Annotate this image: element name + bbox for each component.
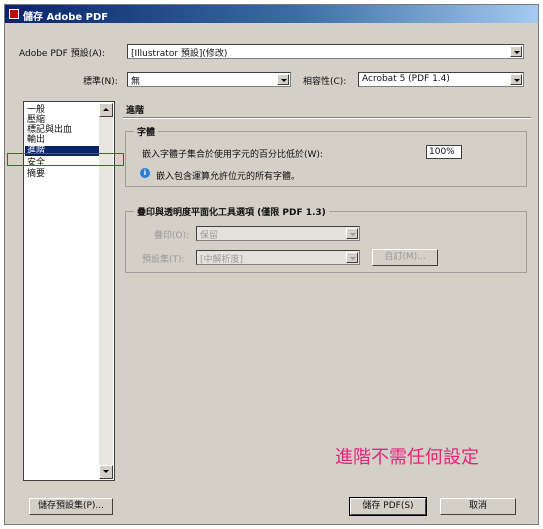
flatten-group-title: 疊印與透明度平面化工具選項 (僅限 PDF 1.3) [134, 205, 329, 218]
panel-divider [123, 117, 531, 119]
compat-label: 相容性(C): [303, 77, 347, 87]
info-icon: i [140, 168, 150, 178]
compat-value: Acrobat 5 (PDF 1.4) [362, 74, 450, 84]
compat-dropdown[interactable]: Acrobat 5 (PDF 1.4) [358, 72, 524, 87]
overprint-label: 疊印(O): [154, 231, 190, 241]
preset-dropdown[interactable]: [Illustrator 預設](修改) [127, 44, 524, 59]
chevron-down-icon[interactable] [510, 46, 522, 57]
subset-label: 嵌入字體子集合於使用字元的百分比低於(W): [142, 150, 323, 160]
app-icon [9, 9, 19, 19]
standard-label: 標準(N): [83, 77, 118, 87]
standard-dropdown[interactable]: 無 [127, 72, 291, 87]
standard-value: 無 [131, 77, 141, 87]
subset-percent-input[interactable]: 100% [426, 145, 462, 159]
flatten-preset-label: 預設集(T): [142, 255, 185, 265]
scroll-up-icon[interactable] [99, 103, 113, 117]
window-title: 儲存 Adobe PDF [23, 12, 109, 23]
fonts-group-title: 字體 [134, 125, 159, 138]
save-preset-button[interactable]: 儲存預設集(P)... [29, 498, 113, 515]
flatten-preset-dropdown[interactable]: [中解析度] [196, 250, 360, 265]
preset-value: [Illustrator 預設](修改) [131, 49, 228, 59]
preset-label: Adobe PDF 預設(A): [19, 49, 105, 59]
title-bar: 儲存 Adobe PDF [5, 5, 538, 23]
chevron-down-icon[interactable] [346, 228, 358, 239]
font-info-text: 嵌入包含運算允許位元的所有字體。 [156, 172, 301, 182]
scroll-down-icon[interactable] [99, 465, 113, 479]
sidebar-item-output[interactable]: 輸出 [27, 135, 45, 145]
chevron-down-icon[interactable] [277, 74, 289, 85]
advanced-panel: 進階 字體 嵌入字體子集合於使用字元的百分比低於(W): 100% i 嵌入包含… [123, 101, 531, 481]
annotation-text: 進階不需任何設定 [335, 447, 479, 468]
flatten-group: 疊印與透明度平面化工具選項 (僅限 PDF 1.3) 疊印(O): 保留 預設集… [125, 205, 527, 273]
flatten-preset-value: [中解析度] [200, 255, 244, 265]
cancel-button[interactable]: 取消 [440, 498, 516, 515]
sidebar-item-marks-bleeds[interactable]: 標記與出血 [27, 125, 72, 135]
highlight-box [7, 153, 124, 166]
chevron-down-icon[interactable] [510, 74, 522, 85]
overprint-dropdown[interactable]: 保留 [196, 226, 360, 241]
overprint-value: 保留 [200, 231, 219, 241]
panel-title: 進階 [126, 106, 145, 116]
sidebar-item-compression[interactable]: 壓縮 [27, 115, 45, 125]
custom-button[interactable]: 自訂(M)... [372, 249, 438, 266]
chevron-down-icon[interactable] [346, 252, 358, 263]
sidebar-item-general[interactable]: 一般 [27, 105, 45, 115]
save-adobe-pdf-dialog: 儲存 Adobe PDF Adobe PDF 預設(A): [Illustrat… [4, 4, 539, 525]
save-pdf-button[interactable]: 儲存 PDF(S) [349, 497, 427, 516]
sidebar-item-summary[interactable]: 摘要 [27, 169, 45, 179]
panel-header: 進階 [123, 101, 531, 116]
fonts-group: 字體 嵌入字體子集合於使用字元的百分比低於(W): 100% i 嵌入包含運算允… [125, 125, 527, 187]
